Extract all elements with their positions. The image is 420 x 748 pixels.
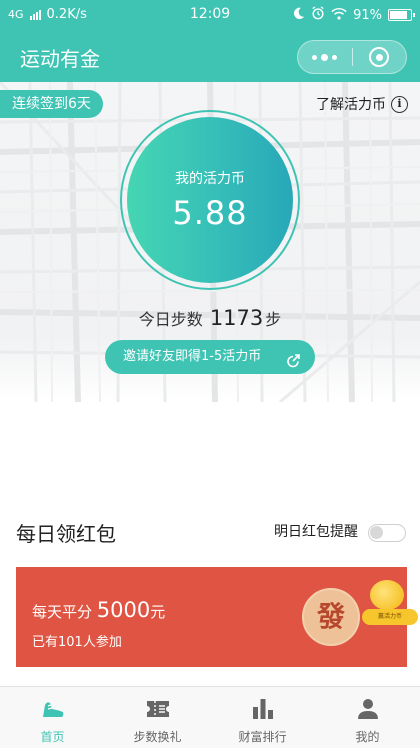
coin-label: 我的活力币 (175, 171, 245, 187)
close-target-icon[interactable] (352, 41, 406, 73)
floating-coin-bubble[interactable]: 赢活力币 (360, 578, 420, 638)
shoe-icon (40, 696, 66, 722)
coin-balance-circle[interactable]: 我的活力币 5.88 (127, 117, 293, 283)
tab-label: 步数换礼 (133, 730, 182, 744)
alarm-icon (311, 6, 325, 24)
bottom-tab-bar: 首页 步数换礼 财富排行 我的 (0, 686, 420, 748)
red-packet-title: 每天平分 5000元 (32, 598, 165, 622)
daily-red-packet-header: 每日领红包 明日红包提醒 (0, 512, 420, 552)
checkin-streak-badge: 连续签到6天 (0, 90, 103, 118)
steps-value: 1173 (209, 306, 264, 330)
steps-unit: 步 (265, 310, 282, 329)
learn-coin-link[interactable]: 了解活力币 i (316, 94, 408, 114)
gold-coin-icon (370, 580, 404, 610)
moon-icon (292, 7, 305, 24)
bubble-tag: 赢活力币 (362, 609, 418, 625)
learn-coin-label: 了解活力币 (316, 97, 386, 113)
nav-bar: 运动有金 (0, 30, 420, 82)
info-icon: i (391, 95, 408, 113)
red-packet-card[interactable]: 每天平分 5000元 已有101人参加 發 (16, 567, 407, 667)
tab-label: 首页 (40, 730, 65, 744)
battery-percent: 91% (353, 7, 382, 23)
tab-label: 我的 (355, 730, 380, 744)
ticket-icon (145, 696, 171, 722)
status-bar: 4G 0.2K/s 12:09 91% (0, 0, 420, 30)
steps-prefix: 今日步数 (138, 310, 203, 329)
card-unit: 元 (150, 603, 166, 621)
page-title: 运动有金 (20, 47, 100, 71)
toggle-knob (370, 526, 383, 539)
today-steps: 今日步数 1173 步 (0, 306, 420, 330)
reminder-label: 明日红包提醒 (274, 524, 358, 540)
wifi-icon (331, 7, 347, 24)
daily-title: 每日领红包 (16, 522, 116, 546)
invite-friends-button[interactable]: 邀请好友即得1-5活力币 (105, 340, 315, 374)
card-prefix: 每天平分 (32, 603, 93, 621)
tab-home[interactable]: 首页 (0, 687, 105, 748)
invite-label: 邀请好友即得1-5活力币 (123, 349, 262, 364)
participants-count: 已有101人参加 (32, 635, 122, 650)
battery-icon (388, 9, 415, 21)
more-dots-icon[interactable] (298, 41, 352, 73)
bar-chart-icon (250, 696, 276, 722)
coin-balance-ring: 我的活力币 5.88 (120, 110, 300, 290)
user-icon (356, 696, 380, 722)
coin-value: 5.88 (172, 194, 248, 232)
tab-label: 财富排行 (238, 730, 287, 744)
share-icon (285, 349, 301, 383)
card-amount: 5000 (96, 598, 151, 622)
mini-program-capsule (297, 40, 407, 74)
map-background: 连续签到6天 了解活力币 i 我的活力币 5.88 今日步数 1173 步 邀请好… (0, 82, 420, 402)
tab-wealth-ranking[interactable]: 财富排行 (210, 687, 315, 748)
tab-steps-exchange[interactable]: 步数换礼 (105, 687, 210, 748)
reminder-toggle[interactable] (368, 524, 406, 542)
tab-mine[interactable]: 我的 (315, 687, 420, 748)
fa-coin-button[interactable]: 發 (302, 588, 360, 646)
